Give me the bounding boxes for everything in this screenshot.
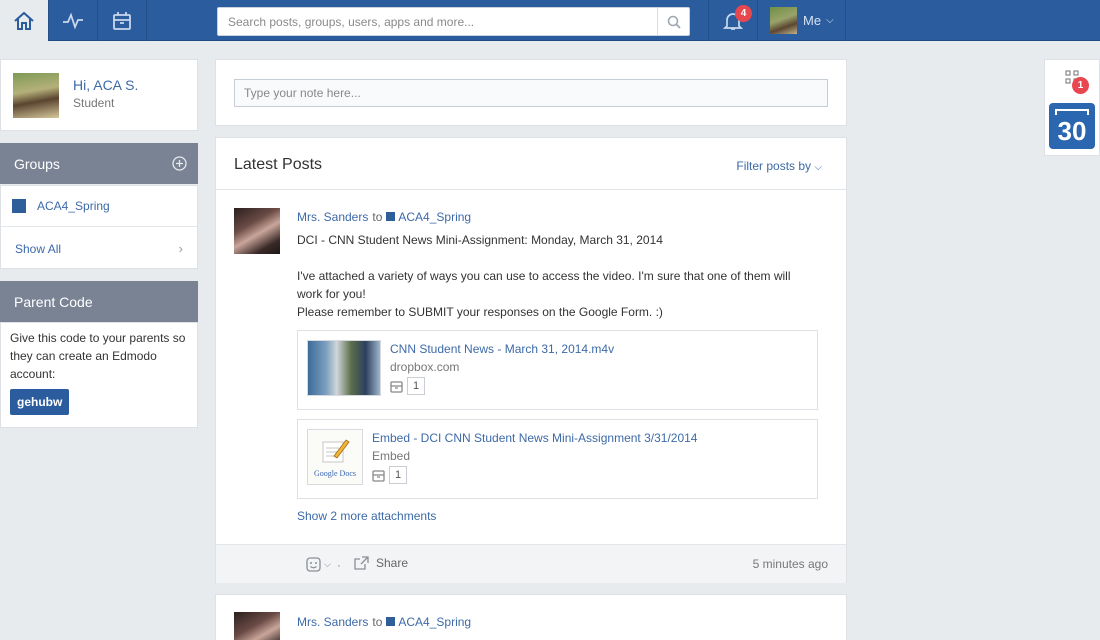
home-icon [14,11,34,30]
post-author-avatar[interactable] [234,208,280,254]
smiley-icon [306,557,321,572]
attachment-item[interactable]: CNN Student News - March 31, 2014.m4v dr… [297,330,818,410]
reaction-button[interactable]: ⌵ · [306,557,341,572]
show-all-groups-link[interactable]: Show All › [1,228,197,269]
google-docs-logo: Google Docs [314,469,356,478]
post-title-line: DCI - CNN Student News Mini-Assignment: … [297,233,663,247]
calendar-day-number: 30 [1057,116,1087,146]
post-to-label: to [372,615,383,629]
filter-label: Filter posts by [736,159,812,173]
attachment-save-counter[interactable]: 1 [372,466,407,484]
post-body-paragraph: Please remember to SUBMIT your responses… [297,305,663,319]
filter-posts-dropdown[interactable]: Filter posts by ⌵ [736,159,822,173]
post-group-link[interactable]: ACA4_Spring [398,210,471,224]
pencil-doc-icon [322,439,350,463]
activity-icon [63,11,83,30]
chevron-down-icon: ⌵ [324,559,331,569]
post-card: Mrs. Sanders to ACA4_Spring [215,594,847,640]
chevron-right-icon: › [178,241,183,256]
parent-code-header: Parent Code [0,281,198,322]
profile-avatar[interactable] [13,73,59,118]
post-author-link[interactable]: Mrs. Sanders [297,210,368,224]
backpack-icon [113,11,131,30]
group-color-icon [12,199,26,213]
parent-code-description: Give this code to your parents so they c… [10,331,186,381]
note-composer [215,59,847,126]
share-label: Share [376,556,409,570]
calendar-app-button[interactable]: 30 [1049,103,1095,149]
post-group-link[interactable]: ACA4_Spring [398,615,471,629]
chevron-down-icon: ⌵ [826,15,834,26]
latest-posts-feed: Latest Posts Filter posts by ⌵ Mrs. Sand… [215,137,847,583]
activity-button[interactable] [49,0,98,41]
apps-launcher-button[interactable]: 1 [1045,60,1099,100]
groups-title: Groups [14,155,60,172]
group-item-label: ACA4_Spring [37,199,110,213]
post-meta: Mrs. Sanders to ACA4_Spring [297,210,471,224]
avatar [770,7,797,34]
attachment-source: Embed [372,449,411,463]
group-color-icon [386,617,396,626]
chevron-down-icon: ⌵ [814,162,822,173]
share-icon [354,556,369,570]
post-timestamp: 5 minutes ago [752,557,828,571]
attachment-item[interactable]: Google Docs Embed - DCI CNN Student News… [297,419,818,499]
feed-header: Latest Posts Filter posts by ⌵ [216,138,846,190]
show-more-attachments-link[interactable]: Show 2 more attachments [297,509,436,523]
home-button[interactable] [0,0,49,41]
post-author-avatar[interactable] [234,612,280,640]
groups-header: Groups [0,143,198,184]
post-body-paragraph: I've attached a variety of ways you can … [297,269,791,301]
show-all-label: Show All [15,241,62,256]
search-icon [667,15,681,29]
attachment-title-link[interactable]: Embed - DCI CNN Student News Mini-Assign… [372,431,697,445]
group-color-icon [386,212,396,221]
attachment-save-counter[interactable]: 1 [390,377,425,395]
post-to-label: to [372,210,383,224]
apps-widget: 1 30 [1044,59,1100,156]
notifications-badge: 4 [735,5,752,22]
attachment-title-link[interactable]: CNN Student News - March 31, 2014.m4v [390,342,614,356]
profile-role: Student [73,96,115,110]
top-nav-bar: 4 Me ⌵ [0,0,1100,41]
search-button[interactable] [657,8,689,35]
post-meta: Mrs. Sanders to ACA4_Spring [297,615,471,629]
separator-dot: · [336,557,341,572]
profile-card: Hi, ACA S. Student [0,59,198,131]
backpack-button[interactable] [98,0,147,41]
parent-code-card: Give this code to your parents so they c… [0,322,198,428]
backpack-icon [390,380,403,393]
apps-badge: 1 [1072,77,1089,94]
groups-list: ACA4_Spring Show All › [0,185,198,269]
search-box [217,7,690,36]
note-input[interactable] [234,79,828,107]
post-footer: ⌵ · Share 5 minutes ago [216,544,846,583]
save-count: 1 [389,466,407,484]
feed-title: Latest Posts [234,156,323,173]
calendar-icon [1055,109,1089,115]
attachment-source: dropbox.com [390,360,460,374]
share-button[interactable]: Share [354,556,408,570]
video-thumbnail [307,340,381,396]
notifications-button[interactable]: 4 [708,0,758,41]
search-input[interactable] [218,8,653,35]
backpack-icon [372,469,385,482]
parent-code-value[interactable]: gehubw [10,389,70,415]
add-group-icon[interactable] [172,156,187,171]
group-item-aca4-spring[interactable]: ACA4_Spring [1,186,197,227]
parent-code-title: Parent Code [14,293,93,310]
google-docs-thumbnail: Google Docs [307,429,363,485]
user-menu[interactable]: Me ⌵ [758,0,846,41]
save-count: 1 [407,377,425,395]
profile-greeting[interactable]: Hi, ACA S. [73,77,138,93]
user-menu-label: Me [803,13,822,28]
post-author-link[interactable]: Mrs. Sanders [297,615,368,629]
